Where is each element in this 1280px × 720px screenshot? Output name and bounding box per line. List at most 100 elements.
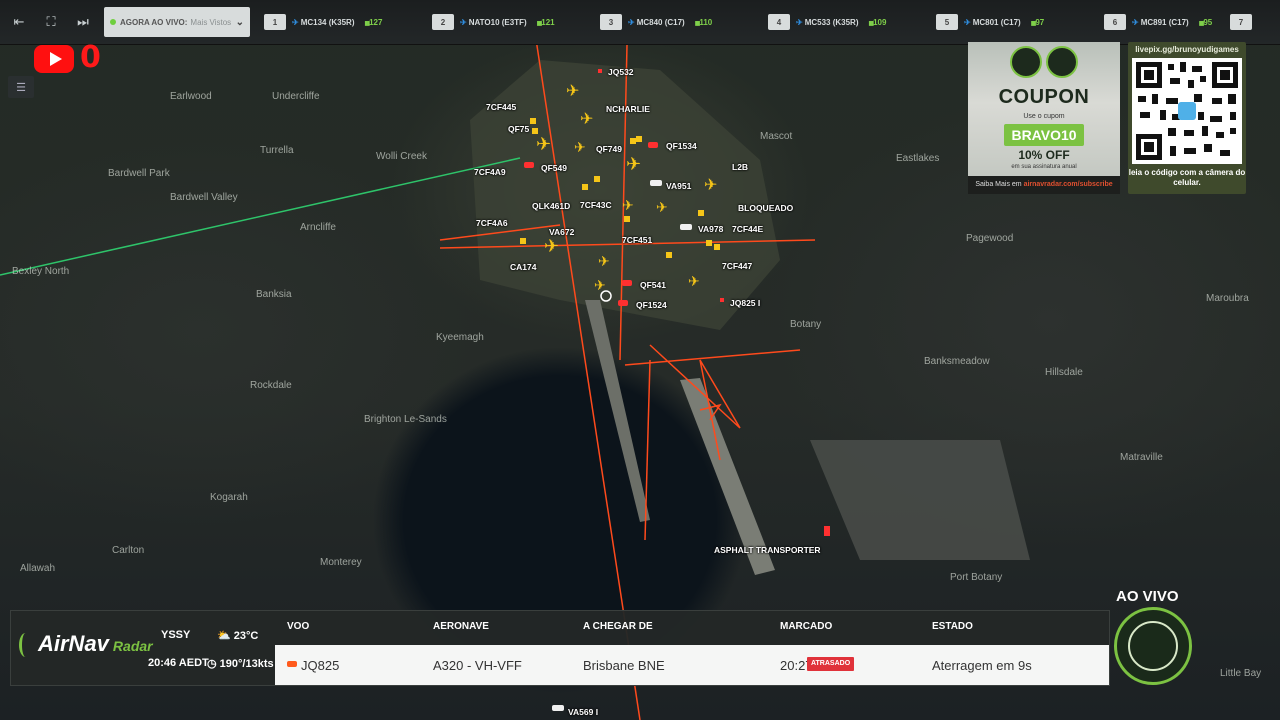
flight-label[interactable]: 7CF43C [580, 200, 612, 210]
flight-label[interactable]: ASPHALT TRANSPORTER [714, 545, 821, 555]
place-label: Banksmeadow [924, 356, 990, 367]
qr-code-image [1136, 62, 1238, 160]
flight-label[interactable]: QLK461D [532, 201, 570, 211]
table-row[interactable]: JQ825 A320 - VH-VFF Brisbane BNE 20:27 A… [275, 645, 1109, 685]
flight-label[interactable]: L2B [732, 162, 748, 172]
top-flight-slot-4[interactable]: 4 ✈ MC533 (K35R) 109 [754, 7, 922, 37]
flight-label[interactable]: QF75 [508, 124, 529, 134]
header-status: ESTADO [932, 621, 973, 632]
flight-label[interactable]: 7CF4A9 [474, 167, 506, 177]
airnav-leaf-icon [19, 633, 32, 658]
expand-icon[interactable]: ⛶ [38, 9, 64, 35]
list-icon[interactable]: ☰ [8, 76, 34, 98]
place-label: Turrella [260, 145, 294, 156]
flight-label[interactable]: VA672 [549, 227, 574, 237]
next-icon[interactable]: ⏭ [70, 9, 96, 35]
flight-label[interactable]: VA951 [666, 181, 691, 191]
top-flight-slot-7[interactable]: 7 [1230, 7, 1270, 37]
place-label: Pagewood [966, 233, 1014, 244]
top-flight-slot-5[interactable]: 5 ✈ MC801 (C17) 97 [922, 7, 1090, 37]
place-label: Bexley North [12, 266, 70, 277]
flight-label[interactable]: 7CF447 [722, 261, 752, 271]
slot-number: 3 [600, 14, 622, 30]
coupon-subtitle: Use o cupom [1023, 113, 1065, 120]
runway-16r [585, 300, 650, 522]
coupon-ad[interactable]: COUPON Use o cupom BRAVO10 10% OFF em su… [968, 42, 1120, 194]
plane-icon: ✈ [1132, 17, 1139, 27]
temperature: ⛅ 23°C [217, 629, 258, 642]
flight-label[interactable]: VA569 I [568, 707, 598, 717]
qr-center-logo-icon [1178, 102, 1196, 120]
logo-icon [1010, 46, 1042, 78]
place-label: Botany [790, 319, 822, 330]
wind-value: 190°/13kts [219, 658, 274, 670]
top-flight-slot-1[interactable]: 1 ✈ MC134 (K35R) 127 [250, 7, 418, 37]
coupon-footer-link[interactable]: airnavradar.com/subscribe [1024, 181, 1113, 188]
green-track [0, 157, 521, 276]
place-label: Matraville [1120, 452, 1163, 463]
late-badge: ATRASADO [807, 657, 855, 671]
coupon-footer-text: Saiba Mais em [975, 181, 1022, 188]
place-label: Rockdale [250, 380, 292, 391]
slot-number: 5 [936, 14, 958, 30]
place-label: Hillsdale [1045, 367, 1083, 378]
place-label: Monterey [320, 557, 362, 568]
airnav-logo: AirNav Radar [19, 631, 153, 658]
flight-label[interactable]: CA174 [510, 262, 536, 272]
flight-label[interactable]: QF749 [596, 144, 622, 154]
plane-icon: ✈ [460, 17, 467, 27]
place-label: Undercliffe [272, 91, 320, 102]
flight-label[interactable]: 7CF445 [486, 102, 516, 112]
cell-flight: JQ825 [301, 658, 340, 673]
cell-from: Brisbane BNE [583, 658, 665, 673]
place-label: Carlton [112, 545, 145, 556]
flight-label[interactable]: 7CF44E [732, 224, 763, 234]
coupon-discount: 10% OFF [1018, 148, 1070, 162]
flight-label[interactable]: QF549 [541, 163, 567, 173]
channel-badge-icon [1114, 607, 1192, 685]
header-scheduled: MARCADO [780, 621, 833, 632]
flight-label[interactable]: JQ825 I [730, 298, 760, 308]
flight-label[interactable]: 7CF4A6 [476, 218, 508, 228]
place-label: Port Botany [950, 572, 1003, 583]
coupon-title: COUPON [998, 86, 1090, 108]
slot-number: 4 [768, 14, 790, 30]
airnav-logo-text: AirNav [38, 631, 109, 656]
flight-label[interactable]: BLOQUEADO [738, 203, 793, 213]
flight-label[interactable]: VA978 [698, 224, 723, 234]
local-time: 20:46 AEDT [148, 657, 209, 669]
top-toolbar: ⇤ ⛶ ⏭ AGORA AO VIVO: Mais Vistos ⌄ 1 ✈ M… [0, 0, 1280, 45]
top-flight-slot-6[interactable]: 6 ✈ MC891 (C17) 95 [1090, 7, 1230, 37]
slot-viewers: 95 [1199, 18, 1212, 27]
flight-label[interactable]: 7CF451 [622, 235, 652, 245]
slot-number: 1 [264, 14, 286, 30]
flight-label[interactable]: JQ532 [608, 67, 634, 77]
place-label: Bardwell Valley [170, 192, 238, 203]
live-label: AO VIVO [1116, 588, 1179, 605]
temperature-value: 23°C [233, 630, 259, 642]
place-label: Earlwood [170, 91, 212, 102]
collapse-left-icon[interactable]: ⇤ [6, 9, 32, 35]
cell-aircraft: A320 - VH-VFF [433, 658, 522, 673]
plane-icon: ✈ [628, 17, 635, 27]
slot-viewers: 121 [537, 18, 554, 27]
plane-icon: ✈ [964, 17, 971, 27]
top-flight-slot-2[interactable]: 2 ✈ NATO10 (E3TF) 121 [418, 7, 586, 37]
youtube-icon[interactable] [34, 45, 74, 73]
slot-viewers: 127 [365, 18, 382, 27]
live-select-dropdown[interactable]: AGORA AO VIVO: Mais Vistos ⌄ [104, 7, 250, 37]
place-label: Kogarah [210, 492, 248, 503]
qr-url[interactable]: livepix.gg/brunoyudigames [1128, 45, 1246, 54]
top-flight-slot-3[interactable]: 3 ✈ MC840 (C17) 110 [586, 7, 754, 37]
sponsor-logos [968, 46, 1120, 78]
flight-label[interactable]: NCHARLIE [606, 104, 650, 114]
flight-label[interactable]: QF1534 [666, 141, 697, 151]
wind-icon: ◷ [207, 658, 217, 670]
flight-label[interactable]: QF541 [640, 280, 666, 290]
slot-viewers: 109 [869, 18, 886, 27]
place-label: Mascot [760, 131, 793, 142]
place-label: Banksia [256, 289, 292, 300]
flight-info-bar: AirNav Radar YSSY 20:46 AEDT ⛅ 23°C ◷ 190… [10, 610, 1110, 686]
slot-callsign: MC533 (K35R) [804, 17, 859, 27]
flight-label[interactable]: QF1524 [636, 300, 667, 310]
